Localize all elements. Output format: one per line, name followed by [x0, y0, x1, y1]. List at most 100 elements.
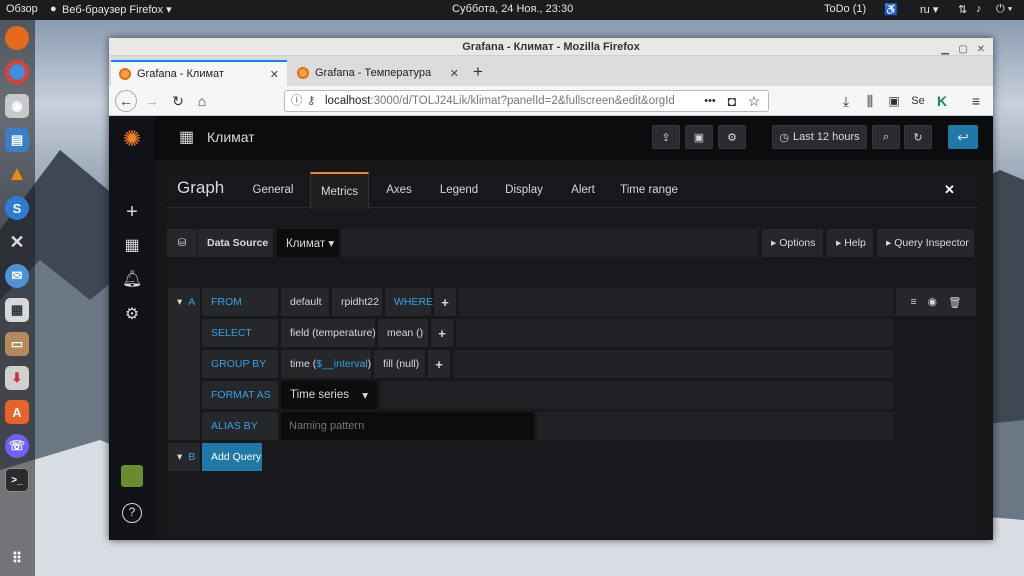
interval-variable: $__interval [316, 358, 368, 370]
datasource-select[interactable]: Климат ▾ [277, 229, 339, 257]
power-icon[interactable]: ⏻ ▾ [996, 3, 1012, 16]
menu-icon[interactable]: ≡ [967, 92, 985, 110]
group-by-time[interactable]: time ($__interval) [281, 350, 371, 378]
add-select-button[interactable]: + [431, 319, 453, 347]
save-icon[interactable]: ▣ [685, 125, 713, 149]
app-icon[interactable]: ◉ [5, 94, 29, 118]
from-row-filler [459, 288, 893, 316]
close-tab-icon[interactable]: ✕ [270, 68, 279, 81]
back-icon[interactable]: ← [115, 90, 137, 112]
group-by-fill[interactable]: fill (null) [374, 350, 425, 378]
user-avatar[interactable] [121, 465, 143, 487]
help-button[interactable]: ▸ Help [827, 229, 873, 257]
files-icon[interactable]: ▤ [5, 128, 29, 152]
query-b-header[interactable]: ▾ B [168, 443, 200, 471]
library-icon[interactable]: ⫼ [861, 92, 879, 110]
help-icon[interactable]: ? [122, 503, 142, 523]
install-icon[interactable]: ⬇ [5, 366, 29, 390]
thunderbird-icon[interactable]: ✉ [5, 264, 29, 288]
alias-by-input[interactable] [281, 412, 534, 440]
select-aggregation[interactable]: mean () [378, 319, 428, 347]
tools-icon[interactable]: ✕ [5, 230, 29, 254]
collapse-icon[interactable]: ▾ [177, 451, 182, 463]
page-actions-icon[interactable]: ••• [699, 92, 721, 110]
create-icon[interactable]: + [122, 201, 142, 224]
vlc-icon[interactable]: ▲ [5, 162, 29, 186]
tab-legend[interactable]: Legend [432, 172, 486, 209]
chrome-icon[interactable] [5, 60, 29, 84]
select-field[interactable]: field (temperature) [281, 319, 376, 347]
back-to-dashboard-icon[interactable]: ↩ [948, 125, 978, 149]
clock[interactable]: Суббота, 24 Ноя., 23:30 [452, 3, 573, 15]
tab-display[interactable]: Display [497, 172, 551, 209]
retention-policy[interactable]: default [281, 288, 329, 316]
where-label[interactable]: WHERE [385, 288, 433, 316]
firefox-app-icon: ● [50, 3, 57, 15]
chevron-down-icon: ▾ [362, 390, 368, 402]
panel-editor: Graph General Metrics Axes Legend Displa… [167, 172, 977, 536]
add-where-button[interactable]: + [434, 288, 456, 316]
extension-k-icon[interactable]: K [933, 92, 951, 110]
language-selector[interactable]: ru ▾ [920, 3, 938, 16]
grafana-logo-icon[interactable]: ✺ [122, 126, 142, 152]
bookmark-star-icon[interactable]: ☆ [745, 92, 763, 110]
activities-button[interactable]: Обзор [6, 3, 38, 15]
format-as-value: Time series [290, 389, 349, 401]
close-tab-icon[interactable]: ✕ [450, 67, 459, 80]
url-bar[interactable]: ⓘ ⚷ localhost:3000/d/TOLJ24Lik/klimat?pa… [284, 90, 769, 112]
accessibility-icon[interactable]: ♿ [884, 3, 898, 16]
sidebar-icon[interactable]: ▣ [885, 92, 903, 110]
add-query-button[interactable]: Add Query [202, 443, 262, 471]
tab-general[interactable]: General [247, 172, 299, 209]
terminal-icon[interactable]: >_ [5, 468, 29, 492]
reload-icon[interactable]: ↻ [169, 92, 187, 110]
datasource-filler [342, 229, 758, 257]
drive-icon[interactable]: ▭ [5, 332, 29, 356]
extension-se-icon[interactable]: Se [909, 92, 927, 110]
tab-metrics[interactable]: Metrics [310, 172, 369, 209]
collapse-icon[interactable]: ▾ [177, 296, 182, 308]
dashboards-icon[interactable]: ▦ [122, 235, 142, 255]
query-a-header[interactable]: ▾ A [168, 288, 200, 440]
configuration-gear-icon[interactable]: ⚙ [122, 304, 142, 324]
measurement[interactable]: rpidht22 [332, 288, 382, 316]
viber-icon[interactable]: ☏ [5, 434, 29, 458]
app-menu[interactable]: Веб-браузер Firefox ▾ [62, 3, 172, 16]
alerting-icon[interactable]: 🔔︎ [122, 269, 142, 289]
format-as-select[interactable]: Time series ▾ [281, 381, 377, 409]
menu-icon[interactable]: ≡ [911, 296, 917, 308]
new-tab-button[interactable]: + [473, 62, 483, 82]
group-by-label: GROUP BY [202, 350, 278, 378]
settings-gear-icon[interactable]: ⚙ [718, 125, 746, 149]
software-icon[interactable]: A [5, 400, 29, 424]
query-a-actions: ≡ ◉ 🗑︎ [896, 288, 976, 316]
tab-axes[interactable]: Axes [379, 172, 419, 209]
query-inspector-button[interactable]: ▸ Query Inspector [877, 229, 974, 257]
eye-icon[interactable]: ◉ [928, 296, 937, 308]
tab-grafana-klimat[interactable]: Grafana - Климат ✕ [111, 60, 287, 86]
todo-indicator[interactable]: ToDo (1) [824, 3, 866, 15]
app-grid-icon[interactable]: ⠿ [5, 546, 29, 570]
trash-icon[interactable]: 🗑︎ [948, 296, 961, 309]
forward-icon[interactable]: → [143, 92, 161, 110]
dashboard-title[interactable]: Климат [207, 129, 255, 145]
network-icon[interactable]: ⇅ [958, 3, 967, 16]
firefox-icon[interactable] [5, 26, 29, 50]
refresh-icon[interactable]: ↻ [904, 125, 932, 149]
volume-icon[interactable]: ♪ [976, 3, 982, 15]
info-icon[interactable]: ⓘ [291, 91, 303, 111]
home-icon[interactable]: ⌂ [193, 92, 211, 110]
tab-time-range[interactable]: Time range [614, 172, 684, 209]
add-group-by-button[interactable]: + [428, 350, 450, 378]
close-editor-icon[interactable]: ✕ [944, 182, 955, 198]
tab-alert[interactable]: Alert [562, 172, 604, 209]
downloads-icon[interactable]: ⤓ [837, 92, 855, 110]
tab-grafana-temperature[interactable]: Grafana - Температура ✕ [289, 60, 467, 86]
pocket-icon[interactable]: ◘ [723, 92, 741, 110]
options-button[interactable]: ▸ Options [762, 229, 823, 257]
skype-icon[interactable]: S [5, 196, 29, 220]
zoom-out-icon[interactable]: ⌕ [872, 125, 900, 149]
share-icon[interactable]: ⇪ [652, 125, 680, 149]
calculator-icon[interactable]: ▦ [5, 298, 29, 322]
time-picker-button[interactable]: ◷ Last 12 hours [772, 125, 867, 149]
